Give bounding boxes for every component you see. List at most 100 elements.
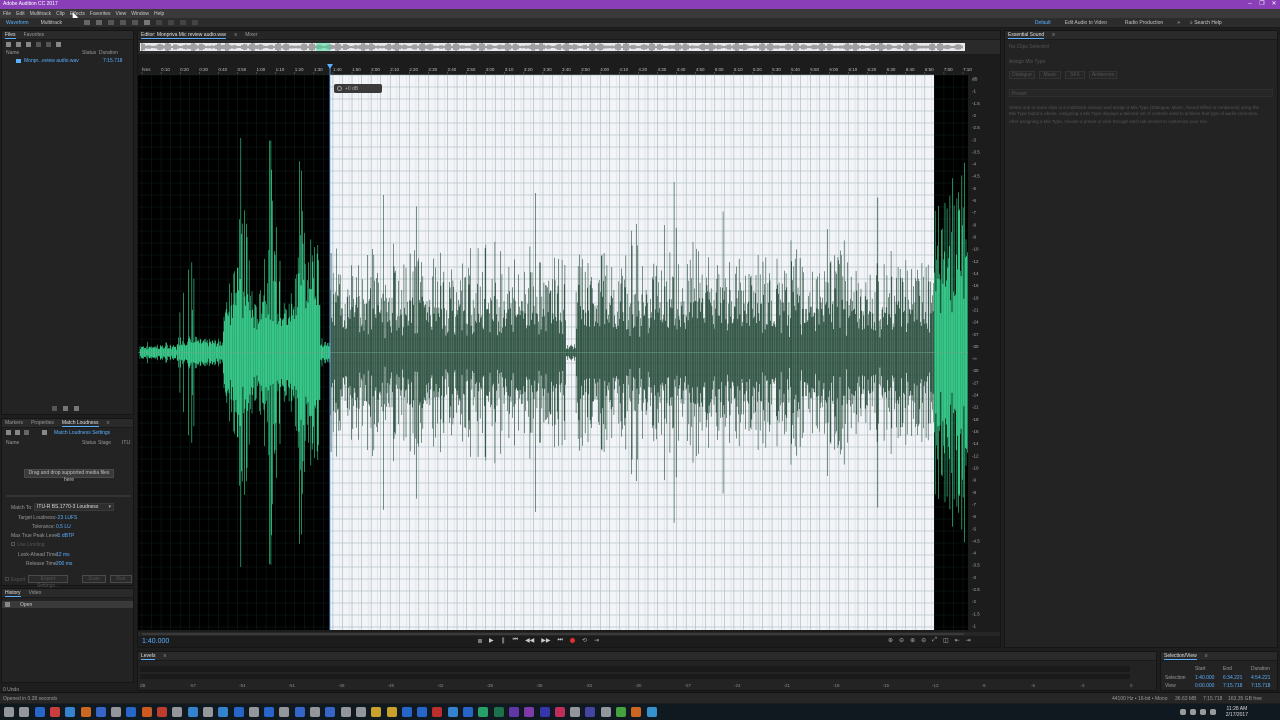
network-icon[interactable] xyxy=(1180,709,1186,715)
taskbar-app-icon[interactable] xyxy=(371,707,382,717)
mix-type-sfx[interactable]: SFX xyxy=(1065,71,1085,79)
column-name[interactable]: Name xyxy=(6,50,19,56)
taskbar-app-icon[interactable] xyxy=(463,707,473,717)
remove-file-icon[interactable] xyxy=(15,430,20,435)
spectral-icon[interactable] xyxy=(84,20,91,25)
tab-history[interactable]: History xyxy=(5,590,21,597)
zoom-out-point-icon[interactable]: ⇥ xyxy=(966,637,971,644)
taskbar-app-icon[interactable] xyxy=(447,707,458,717)
menu-view[interactable]: View xyxy=(115,11,126,17)
waveform-display[interactable]: hms 0:10 0:20 0:30 0:40 0:50 1:00 1:10 1:20 1:30 1… xyxy=(138,40,1000,636)
taskbar-app-icon[interactable] xyxy=(233,707,244,717)
taskbar-app-icon[interactable] xyxy=(340,707,351,717)
slip-tool-icon[interactable] xyxy=(132,20,139,25)
system-clock[interactable]: 11:28 AM 2/17/2017 xyxy=(1226,706,1248,718)
taskbar-app-icon[interactable] xyxy=(386,707,397,717)
taskbar-app-icon[interactable] xyxy=(157,707,167,717)
taskbar-app-icon[interactable] xyxy=(310,707,320,717)
hud-volume[interactable]: +0 dB xyxy=(334,84,382,93)
pause-icon[interactable]: ❚ xyxy=(501,637,506,644)
taskbar-app-icon[interactable] xyxy=(432,707,443,717)
taskbar-app-icon[interactable] xyxy=(187,707,198,717)
taskbar-app-icon[interactable] xyxy=(65,707,76,717)
panel-splitter[interactable] xyxy=(6,495,131,497)
spot-healing-icon[interactable] xyxy=(192,20,199,25)
maximize-button[interactable]: ❐ xyxy=(1256,0,1268,9)
taskbar-app-icon[interactable] xyxy=(524,707,535,717)
volume-knob-icon[interactable] xyxy=(337,86,342,91)
close-button[interactable]: ✕ xyxy=(1268,0,1280,9)
workspace-radio-production[interactable]: Radio Production xyxy=(1125,20,1163,26)
panel-menu-icon[interactable]: ≡ xyxy=(107,420,110,426)
zoom-out-time-icon[interactable]: ⊖ xyxy=(921,637,926,644)
play-icon[interactable]: ▶ xyxy=(489,637,494,644)
taskbar-app-icon[interactable] xyxy=(294,707,305,717)
menu-multitrack[interactable]: Multitrack xyxy=(30,11,51,17)
match-column-itu[interactable]: ITU xyxy=(122,440,130,446)
pitch-icon[interactable] xyxy=(96,20,103,25)
taskbar-app-icon[interactable] xyxy=(248,707,259,717)
history-item[interactable]: Open xyxy=(2,601,133,608)
taskbar-app-icon[interactable] xyxy=(493,707,504,717)
close-file-icon[interactable] xyxy=(36,42,41,47)
lasso-tool-icon[interactable] xyxy=(168,20,175,25)
volume-icon[interactable] xyxy=(74,406,79,411)
taskbar-app-icon[interactable] xyxy=(95,707,106,717)
panel-menu-icon[interactable]: ≡ xyxy=(1052,32,1055,38)
export-checkbox[interactable] xyxy=(5,577,9,581)
panel-menu-icon[interactable]: ≡ xyxy=(1205,653,1208,659)
loop-preview-icon[interactable] xyxy=(63,406,68,411)
menu-edit[interactable]: Edit xyxy=(16,11,25,17)
release-time-value[interactable]: 200 ms xyxy=(56,561,72,567)
levels-title[interactable]: Levels xyxy=(141,653,156,660)
multitrack-view-button[interactable]: Multitrack xyxy=(35,20,68,26)
taskbar-app-icon[interactable] xyxy=(417,707,428,717)
zoom-in-time-icon[interactable]: ⊕ xyxy=(910,637,915,644)
selection-end[interactable]: 6:34.221 xyxy=(1223,675,1242,681)
insert-icon[interactable] xyxy=(46,42,51,47)
move-tool-icon[interactable] xyxy=(108,20,115,25)
skip-start-icon[interactable]: ⏮ xyxy=(513,637,518,644)
match-to-dropdown[interactable]: ITU-R BS.1770-3 Loudness ▾ xyxy=(34,503,114,511)
target-loudness-value[interactable]: -23 LUFS xyxy=(56,515,77,521)
import-icon[interactable] xyxy=(26,42,31,47)
panel-menu-icon[interactable]: ≡ xyxy=(234,32,237,38)
skip-icon[interactable]: ⇥ xyxy=(594,637,599,644)
search-help-field[interactable]: ⌕ Search Help xyxy=(1190,19,1240,27)
taskbar-app-icon[interactable] xyxy=(111,707,122,717)
zoom-in-point-icon[interactable]: ⇤ xyxy=(955,637,960,644)
column-duration[interactable]: Duration xyxy=(99,50,118,56)
add-files-icon[interactable] xyxy=(6,430,11,435)
match-column-status[interactable]: Status xyxy=(82,440,96,446)
notifications-icon[interactable] xyxy=(1210,709,1216,715)
autoplay-icon[interactable] xyxy=(56,42,61,47)
rewind-icon[interactable]: ◀◀ xyxy=(525,637,534,644)
skip-end-icon[interactable]: ⏭ xyxy=(558,637,563,644)
preset-dropdown[interactable]: Preset: xyxy=(1009,89,1273,97)
menu-help[interactable]: Help xyxy=(154,11,164,17)
taskbar-app-icon[interactable] xyxy=(264,707,275,717)
taskbar-app-icon[interactable] xyxy=(19,707,30,717)
taskbar-app-icon[interactable] xyxy=(585,707,596,717)
scan-button[interactable]: Scan xyxy=(82,575,106,583)
zoom-out-amplitude-icon[interactable]: ⊖ xyxy=(899,637,904,644)
stop-icon[interactable] xyxy=(478,638,482,643)
wrench-icon[interactable] xyxy=(42,430,47,435)
view-duration[interactable]: 7:15.718 xyxy=(1251,683,1270,689)
tab-editor[interactable]: Editor: Monpriva Mic review audio.wav xyxy=(141,32,227,39)
tab-properties[interactable]: Properties xyxy=(31,420,54,426)
taskbar-app-icon[interactable] xyxy=(325,707,336,717)
tab-favorites[interactable]: Favorites xyxy=(24,32,45,38)
selection-start[interactable]: 1:40.000 xyxy=(1195,675,1214,681)
export-settings-button[interactable]: Export Settings... xyxy=(28,575,68,589)
taskbar-app-icon[interactable] xyxy=(218,707,229,717)
taskbar-app-icon[interactable] xyxy=(508,707,519,717)
workspace-default[interactable]: Default xyxy=(1035,20,1051,26)
column-status[interactable]: Status xyxy=(82,50,96,56)
taskbar-app-icon[interactable] xyxy=(49,707,60,717)
zoom-full-icon[interactable]: ⤢ xyxy=(932,637,937,644)
current-time-display[interactable]: 1:40.000 xyxy=(142,638,169,645)
taskbar-app-icon[interactable] xyxy=(279,707,290,717)
panel-menu-icon[interactable]: ≡ xyxy=(163,653,166,659)
selection-duration[interactable]: 4:54.221 xyxy=(1251,675,1270,681)
